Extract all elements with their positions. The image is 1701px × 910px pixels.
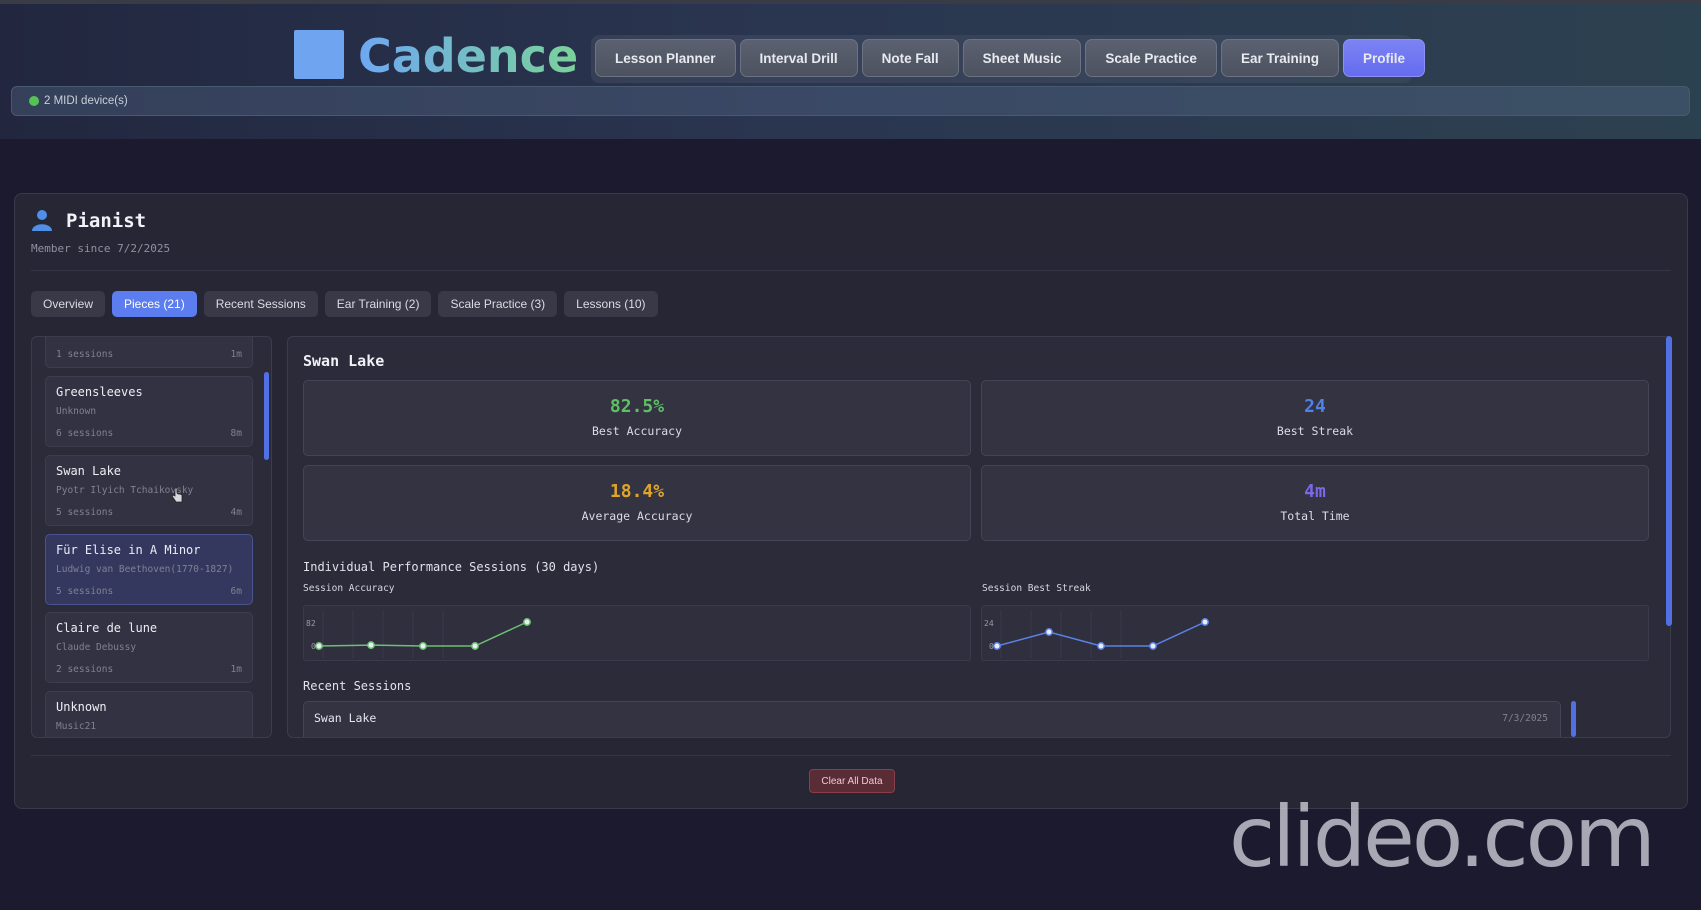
app-logo-text: Cadence (358, 29, 579, 83)
session-row[interactable]: Swan Lake 7/3/2025 (303, 701, 1561, 737)
tab-overview[interactable]: Overview (31, 291, 106, 317)
nav-lesson-planner[interactable]: Lesson Planner (595, 39, 736, 77)
piece-composer: Claude Debussy (56, 642, 137, 653)
tab-recent-sessions[interactable]: Recent Sessions (203, 291, 318, 317)
tab-ear-training[interactable]: Ear Training (2) (324, 291, 432, 317)
member-since: Member since 7/2/2025 (31, 242, 171, 255)
stat-value: 24 (1304, 396, 1326, 417)
piece-sessions: 2 sessions (56, 664, 114, 675)
accuracy-chart-title: Session Accuracy (303, 583, 395, 594)
data-point (1045, 628, 1053, 636)
main-nav: Lesson Planner Interval Drill Note Fall … (591, 35, 1425, 83)
list-item-piece-selected[interactable]: Für Elise in A Minor Ludwig van Beethove… (45, 534, 253, 605)
data-point (471, 642, 479, 650)
piece-title: Unknown (56, 700, 107, 714)
list-item-piece[interactable]: 1 sessions 1m (45, 337, 253, 368)
stat-label: Total Time (1280, 509, 1350, 523)
y-tick-label: 82 (306, 619, 316, 628)
stat-value: 4m (1304, 481, 1326, 502)
session-name: Swan Lake (314, 711, 377, 725)
stat-label: Best Streak (1276, 424, 1354, 438)
nav-interval-drill[interactable]: Interval Drill (739, 39, 858, 77)
sessions-scrollbar[interactable] (1571, 701, 1576, 737)
data-point (1097, 642, 1105, 650)
stat-total-time: 4m Total Time (981, 465, 1649, 541)
divider (31, 755, 1671, 756)
profile-tabs: Overview Pieces (21) Recent Sessions Ear… (31, 291, 658, 317)
stat-value: 18.4% (609, 481, 665, 502)
list-item-piece[interactable]: Swan Lake Pyotr Ilyich Tchaikovsky 5 ses… (45, 455, 253, 526)
detail-title: Swan Lake (303, 352, 385, 370)
clear-all-data-button[interactable]: Clear All Data (809, 769, 895, 793)
piece-time: 8m (230, 428, 242, 439)
nav-scale-practice[interactable]: Scale Practice (1085, 39, 1217, 77)
stat-label: Best Accuracy (591, 424, 682, 438)
piece-title: Swan Lake (56, 464, 122, 478)
watermark-logo: clideo.com (1229, 788, 1656, 886)
pieces-list-scrollbar[interactable] (264, 372, 269, 460)
performance-title: Individual Performance Sessions (30 days… (303, 560, 600, 574)
piece-sessions: 5 sessions (56, 586, 114, 597)
data-point (993, 642, 1001, 650)
stat-average-accuracy: 18.4% Average Accuracy (303, 465, 971, 541)
piece-sessions: 6 sessions (56, 428, 114, 439)
piece-title: Für Elise in A Minor (56, 543, 201, 557)
y-tick-label: 24 (984, 619, 994, 628)
streak-chart-title: Session Best Streak (982, 583, 1091, 594)
stat-best-streak: 24 Best Streak (981, 380, 1649, 456)
piece-sessions: 5 sessions (56, 507, 114, 518)
piece-title: Claire de lune (56, 621, 158, 635)
piece-composer: Unknown (56, 406, 97, 417)
stat-best-accuracy: 82.5% Best Accuracy (303, 380, 971, 456)
piece-title: Greensleeves (56, 385, 143, 399)
piece-sessions: 1 sessions (56, 349, 114, 360)
piece-composer: Music21 (56, 721, 97, 732)
tab-pieces[interactable]: Pieces (21) (112, 291, 197, 317)
piece-composer: Pyotr Ilyich Tchaikovsky (56, 485, 194, 496)
streak-chart: 24 0 (981, 605, 1649, 661)
stat-label: Average Accuracy (581, 509, 693, 523)
midi-status-bar: 2 MIDI device(s) (11, 86, 1690, 116)
app-header: Cadence Lesson Planner Interval Drill No… (0, 4, 1701, 139)
accuracy-chart-svg: 820 (306, 610, 531, 658)
tab-scale-practice[interactable]: Scale Practice (3) (438, 291, 558, 317)
data-point (1201, 618, 1209, 626)
data-point (523, 618, 531, 626)
data-point (1149, 642, 1157, 650)
midi-status-text: 2 MIDI device(s) (44, 95, 128, 107)
piece-time: 4m (230, 507, 242, 518)
streak-chart-svg: 240 (984, 610, 1209, 658)
piece-detail-panel: Swan Lake 82.5% Best Accuracy 24 Best St… (287, 336, 1671, 738)
stat-value: 82.5% (609, 396, 665, 417)
nav-note-fall[interactable]: Note Fall (861, 39, 959, 77)
nav-ear-training[interactable]: Ear Training (1220, 39, 1339, 77)
nav-profile[interactable]: Profile (1342, 39, 1425, 77)
profile-name: Pianist (66, 210, 147, 232)
data-point (367, 641, 375, 650)
detail-scrollbar[interactable] (1666, 336, 1672, 626)
accuracy-chart: 82 0 (303, 605, 971, 661)
midi-status-dot-icon (29, 96, 39, 106)
list-item-piece[interactable]: Claire de lune Claude Debussy 2 sessions… (45, 612, 253, 683)
data-point (315, 642, 323, 650)
piece-time: 6m (230, 586, 242, 597)
hand-cursor-icon (171, 487, 183, 503)
list-item-piece[interactable]: Greensleeves Unknown 6 sessions 8m (45, 376, 253, 447)
logo-square-icon (294, 30, 344, 79)
session-date: 7/3/2025 (1502, 713, 1548, 724)
piece-time: 1m (230, 349, 242, 360)
user-icon (32, 210, 52, 231)
list-item-piece[interactable]: Unknown Music21 (45, 691, 253, 737)
piece-time: 1m (230, 664, 242, 675)
piece-composer: Ludwig van Beethoven(1770-1827) (56, 564, 234, 575)
recent-sessions-title: Recent Sessions (303, 679, 412, 693)
divider (31, 270, 1671, 271)
nav-sheet-music[interactable]: Sheet Music (962, 39, 1082, 77)
data-point (419, 642, 427, 650)
pieces-list[interactable]: 1 sessions 1m Greensleeves Unknown 6 sess… (31, 336, 272, 738)
tab-lessons[interactable]: Lessons (10) (564, 291, 658, 317)
profile-panel: Pianist Member since 7/2/2025 Overview P… (14, 193, 1688, 809)
